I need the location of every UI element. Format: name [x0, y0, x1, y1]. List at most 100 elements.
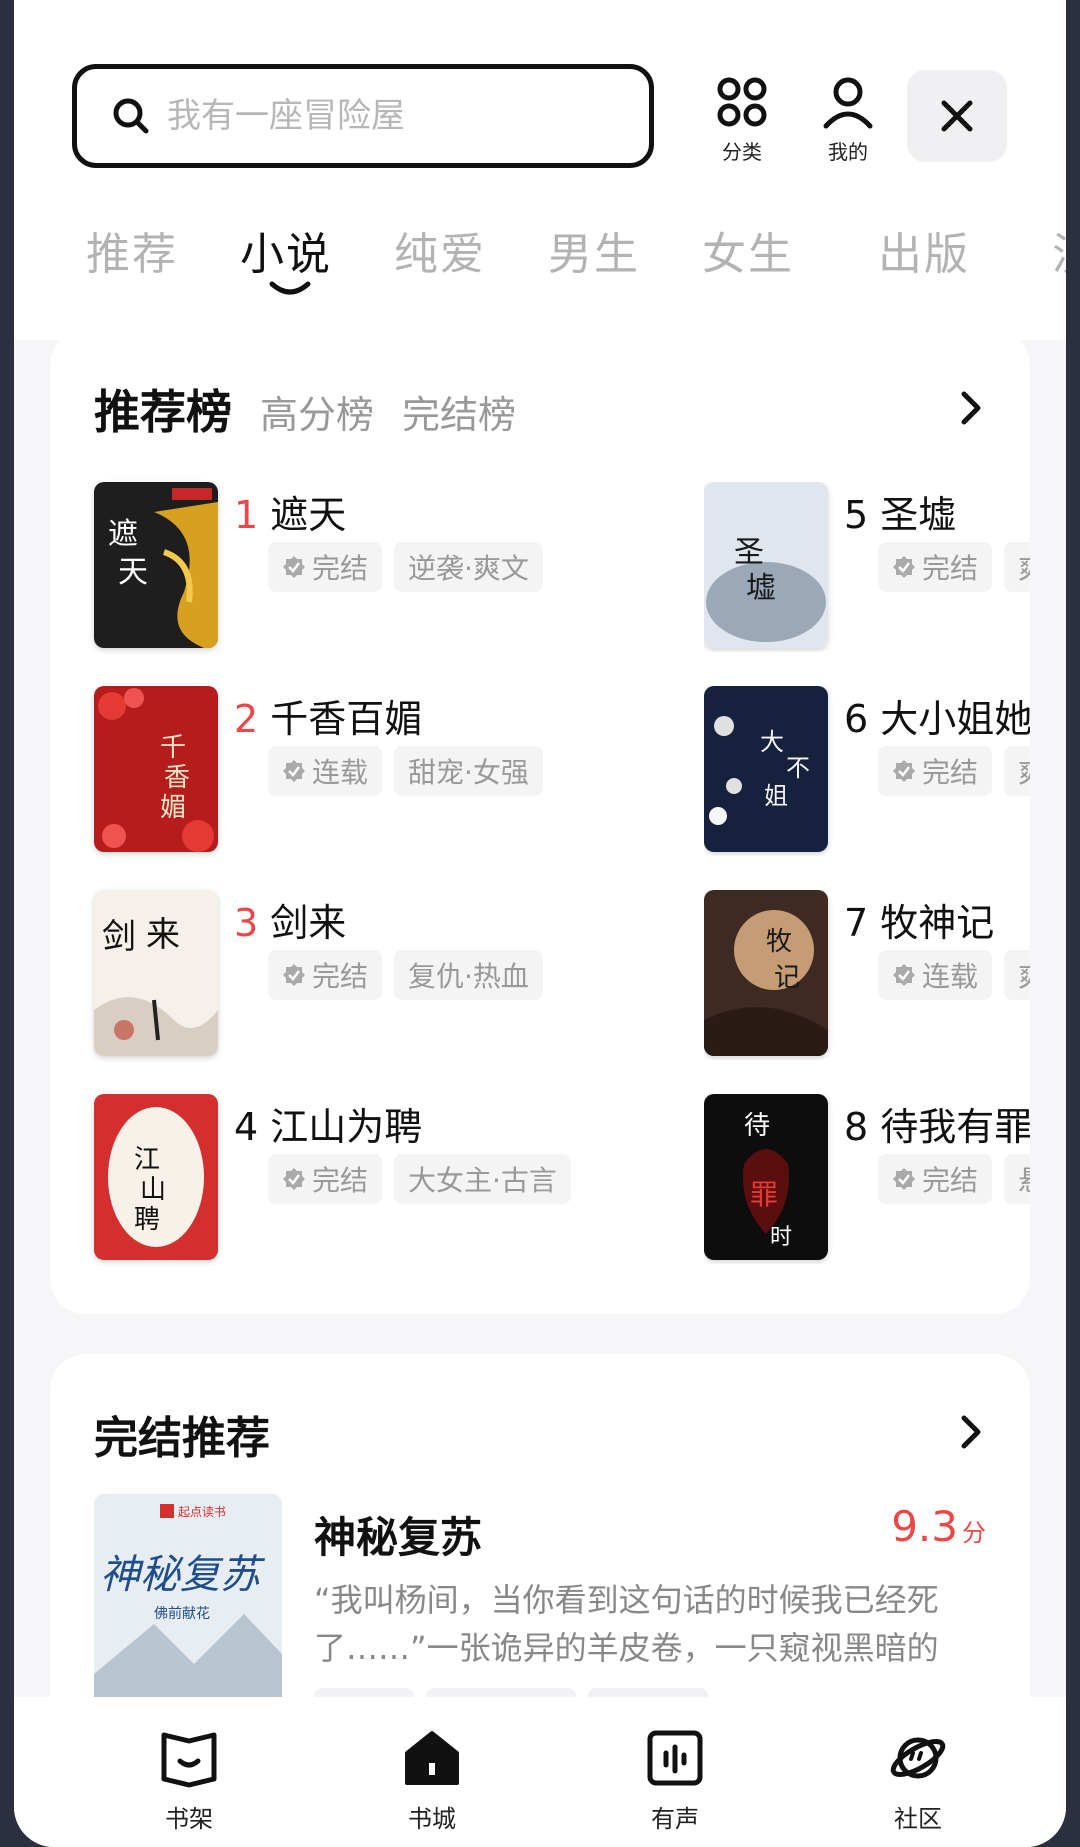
cover-title: 神秘复苏	[100, 1552, 266, 1598]
ranking-book-item[interactable]: 待 罪 时 8 待我有罪时 完结 悬	[704, 1094, 1030, 1264]
svg-text:千: 千	[160, 733, 186, 763]
tab-novel[interactable]: 小说	[240, 218, 332, 282]
nav-bookshelf[interactable]: 书架	[129, 1727, 249, 1834]
book-cover[interactable]: 遮 天	[94, 482, 218, 648]
status-text: 完结	[312, 960, 369, 993]
book-title: 待我有罪时	[880, 1105, 1030, 1149]
tab-high-score-ranking[interactable]: 高分榜	[260, 384, 374, 439]
rank-number: 5	[844, 493, 869, 537]
svg-text:记: 记	[774, 963, 800, 993]
genre-tag: 爽	[1004, 746, 1030, 796]
genre-tag: 爽	[1004, 542, 1030, 592]
book-title-row: 7 牧神记	[844, 892, 994, 947]
status-tag: 完结	[268, 542, 383, 592]
book-title-row: 4 江山为聘	[234, 1096, 422, 1151]
book-cover[interactable]: 江 山 聘	[94, 1094, 218, 1260]
search-input[interactable]	[167, 96, 607, 136]
user-icon	[823, 77, 873, 129]
ranking-book-item[interactable]: 牧 记 7 牧神记 连载 爽	[704, 890, 1030, 1060]
genre-tag: 悬	[1004, 1154, 1030, 1204]
section-title: 完结推荐	[94, 1413, 270, 1464]
nav-audio[interactable]: 有声	[615, 1727, 735, 1834]
book-title-row: 3 剑来	[234, 892, 346, 947]
status-tag: 完结	[878, 1154, 993, 1204]
score-unit: 分	[962, 1519, 986, 1547]
close-button[interactable]	[907, 70, 1007, 162]
cover-author: 佛前献花	[154, 1605, 210, 1622]
tab-recommend-ranking[interactable]: 推荐榜	[94, 376, 232, 442]
svg-text:不: 不	[786, 754, 810, 782]
check-badge-icon	[283, 556, 305, 578]
book-cover-art: 大 不 姐	[704, 686, 828, 852]
book-cover[interactable]: 剑 来	[94, 890, 218, 1056]
chevron-right-icon[interactable]	[956, 388, 986, 428]
grid-circles-icon	[717, 77, 767, 127]
book-cover[interactable]: 待 罪 时	[704, 1094, 828, 1260]
close-icon	[941, 100, 973, 132]
book-cover-art: 千 香 媚	[94, 686, 218, 852]
book-tags: 连载 甜宠·女强	[268, 746, 555, 796]
mine-button[interactable]: 我的	[808, 74, 888, 170]
ranking-book-item[interactable]: 圣 墟 5 圣墟 完结 爽	[704, 482, 1030, 652]
svg-text:圣: 圣	[734, 535, 764, 570]
book-score: 9.3 分	[891, 1502, 986, 1551]
tab-finished-ranking[interactable]: 完结榜	[402, 384, 516, 439]
active-tab-indicator	[269, 281, 311, 295]
nav-community[interactable]: 社区	[858, 1727, 978, 1834]
svg-text:剑: 剑	[102, 917, 136, 957]
book-cover-art: 江 山 聘	[94, 1094, 218, 1260]
book-cover-art: 剑 来	[94, 890, 218, 1056]
ranking-book-item[interactable]: 大 不 姐 6 大小姐她从 完结 爽	[704, 686, 1030, 856]
status-text: 完结	[922, 552, 979, 585]
ranking-book-item[interactable]: 剑 来 3 剑来 完结 复仇·热血	[94, 890, 654, 1060]
book-tags: 完结 大女主·古言	[268, 1154, 583, 1204]
ranking-book-item[interactable]: 遮 天 1 遮天 完结 逆袭·爽文	[94, 482, 654, 652]
svg-text:待: 待	[744, 1111, 770, 1141]
genre-tag: 大女主·古言	[394, 1154, 571, 1204]
rank-number: 8	[844, 1105, 869, 1149]
svg-text:天: 天	[118, 555, 148, 590]
ranking-book-item[interactable]: 千 香 媚 2 千香百媚 连载 甜宠·女强	[94, 686, 654, 856]
cover-brand: 起点读书	[178, 1505, 226, 1519]
book-cover[interactable]: 千 香 媚	[94, 686, 218, 852]
book-cover[interactable]: 圣 墟	[704, 482, 828, 648]
book-title: 遮天	[270, 493, 347, 537]
status-tag: 连载	[268, 746, 383, 796]
book-cover[interactable]: 大 不 姐	[704, 686, 828, 852]
tab-romance[interactable]: 纯爱	[394, 218, 486, 282]
status-text: 连载	[312, 756, 369, 789]
tab-published[interactable]: 出版	[878, 218, 970, 282]
tab-male[interactable]: 男生	[548, 218, 640, 282]
book-title: 圣墟	[880, 493, 957, 537]
ranking-book-item[interactable]: 江 山 聘 4 江山为聘 完结 大女主·古言	[94, 1094, 654, 1264]
svg-text:江: 江	[134, 1145, 160, 1175]
book-title[interactable]: 神秘复苏	[314, 1504, 482, 1565]
status-tag: 完结	[878, 542, 993, 592]
svg-text:墟: 墟	[746, 571, 776, 606]
tab-recommend[interactable]: 推荐	[86, 218, 178, 282]
svg-text:聘: 聘	[134, 1205, 160, 1235]
status-text: 完结	[312, 552, 369, 585]
ranking-card: 推荐榜 高分榜 完结榜 遮 天 1 遮天 完结 逆袭·爽文 千 香 媚 2 千香…	[50, 330, 1030, 1314]
check-badge-icon	[283, 1168, 305, 1190]
tab-female[interactable]: 女生	[702, 218, 794, 282]
status-text: 完结	[312, 1164, 369, 1197]
check-badge-icon	[893, 964, 915, 986]
status-tag: 完结	[268, 1154, 383, 1204]
chevron-right-icon[interactable]	[956, 1412, 986, 1452]
svg-text:时: 时	[770, 1225, 792, 1250]
category-button[interactable]: 分类	[702, 74, 782, 170]
status-text: 完结	[922, 1164, 979, 1197]
app-screen: 分类 我的 推荐 小说 纯爱 男生 女生 出版 漫 推荐榜 高分榜 完结榜	[14, 0, 1066, 1847]
book-tags: 完结 逆袭·爽文	[268, 542, 555, 592]
bookshelf-icon	[161, 1732, 217, 1788]
book-title-row: 1 遮天	[234, 484, 346, 539]
book-title-row: 8 待我有罪时	[844, 1096, 1030, 1151]
tab-comics[interactable]: 漫	[1052, 218, 1066, 282]
nav-bookstore[interactable]: 书城	[372, 1727, 492, 1834]
status-tag: 连载	[878, 950, 993, 1000]
genre-tag: 复仇·热血	[394, 950, 543, 1000]
search-bar[interactable]	[72, 64, 654, 168]
book-cover[interactable]: 牧 记	[704, 890, 828, 1056]
category-tabs: 推荐 小说 纯爱 男生 女生 出版 漫	[72, 218, 1066, 298]
